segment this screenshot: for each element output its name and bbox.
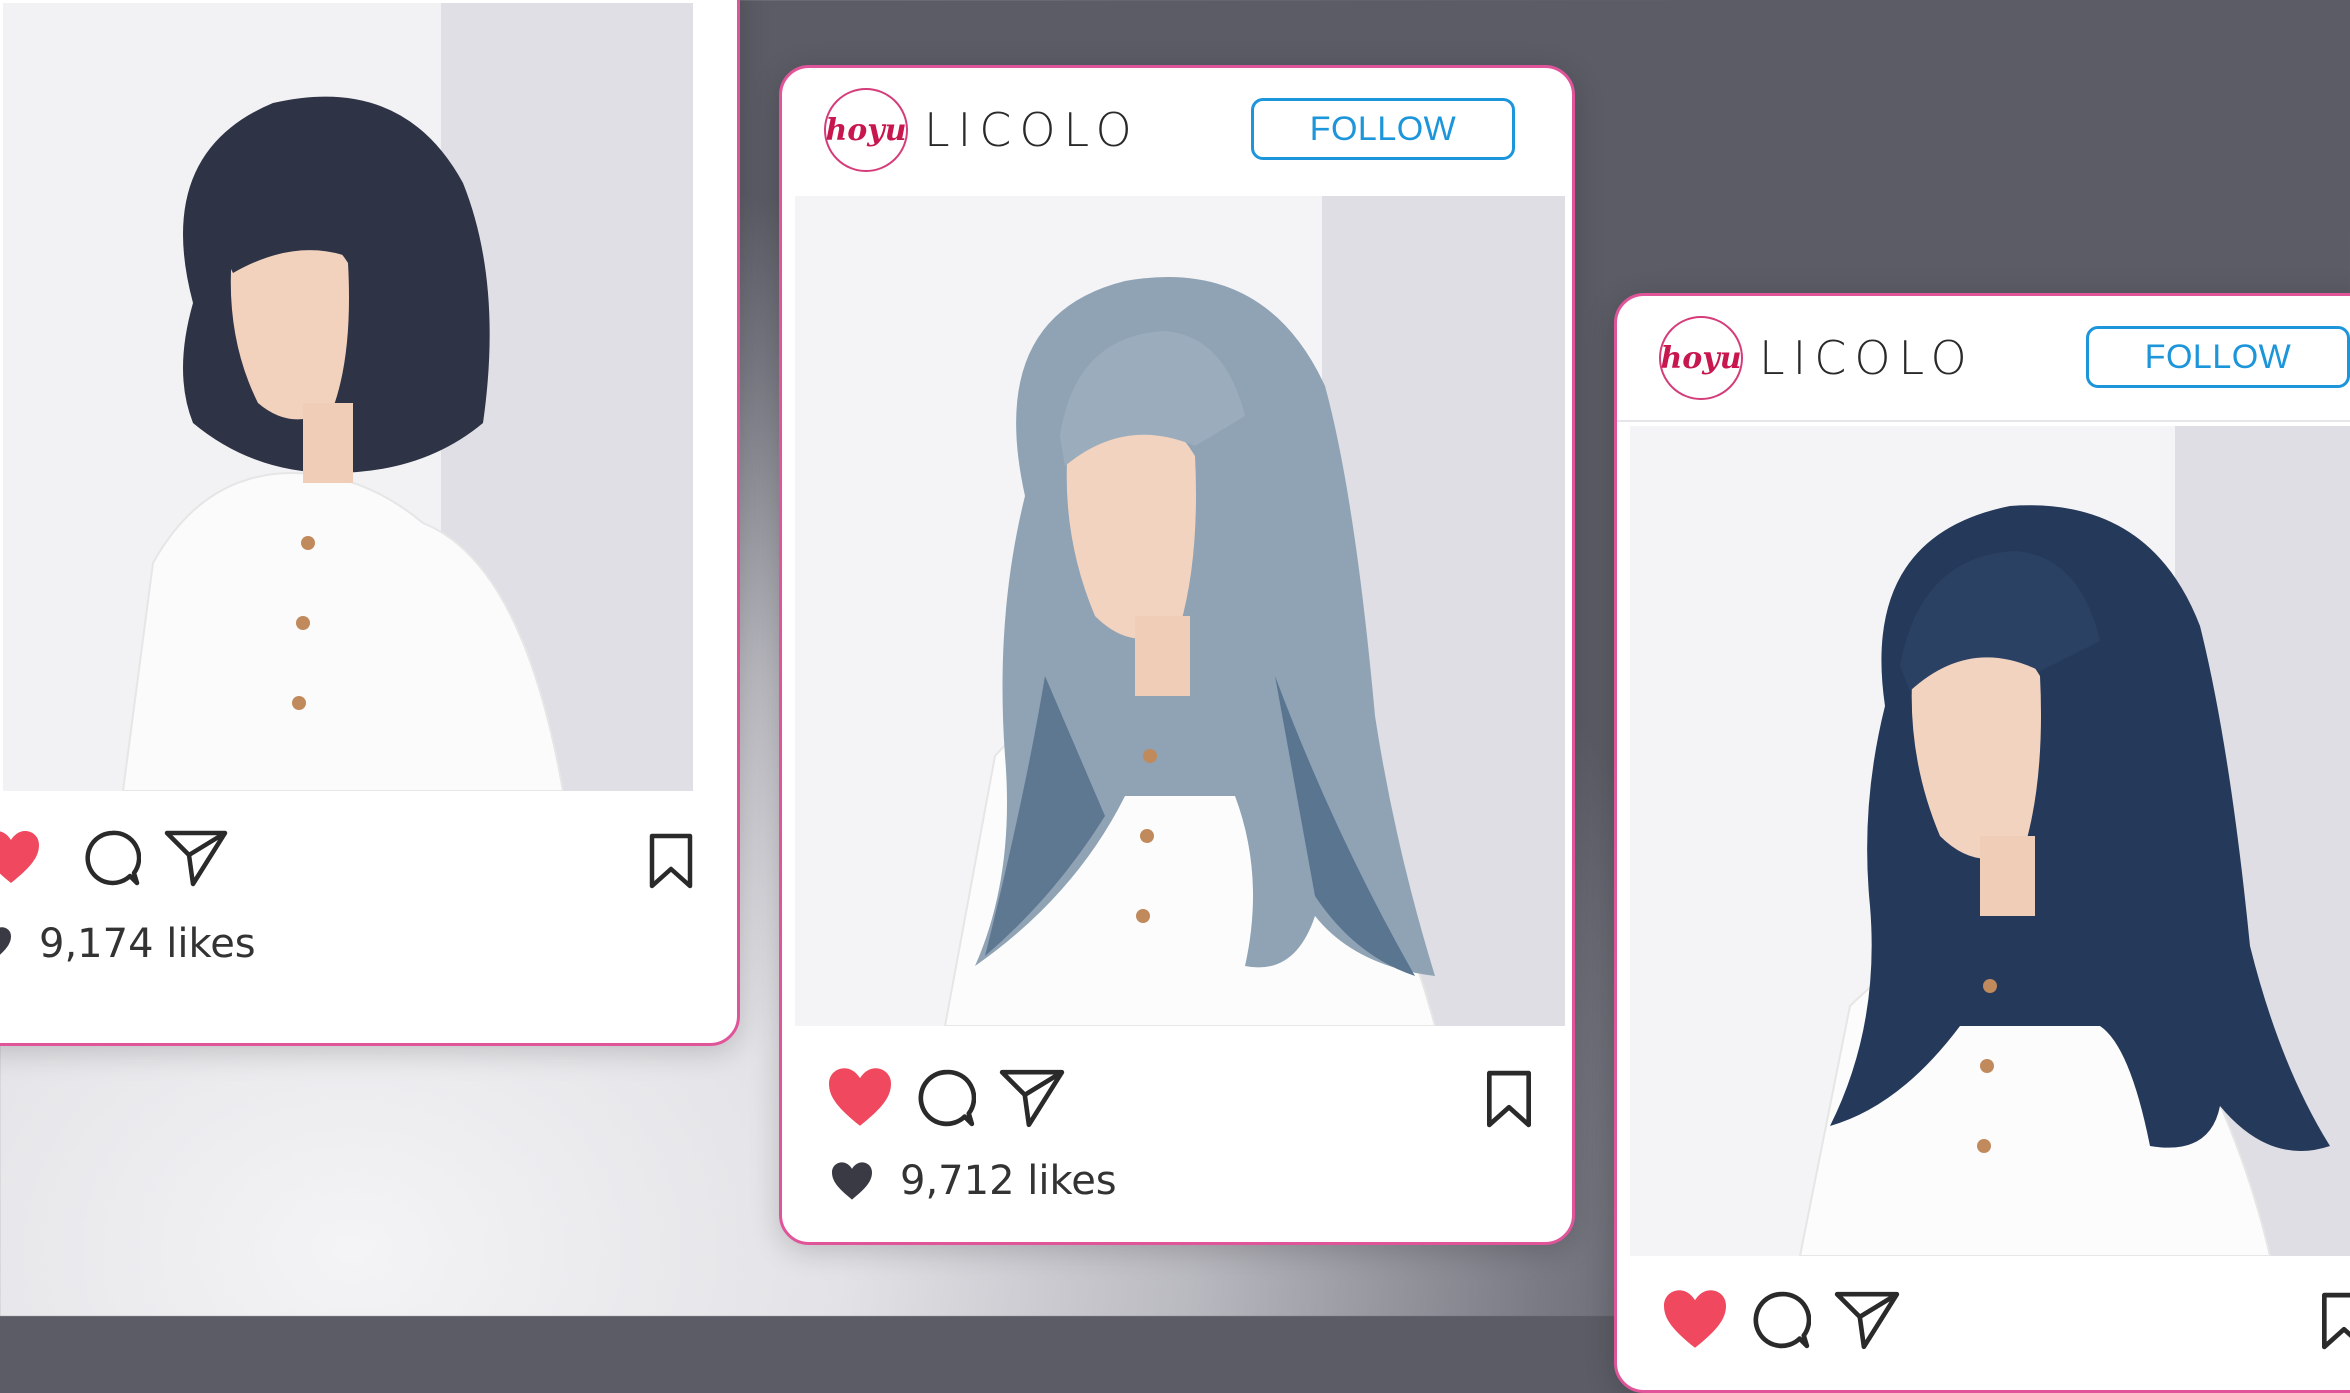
small-heart-icon: [0, 926, 13, 962]
likes-count: 9,712 likes: [900, 1158, 1117, 1204]
post-photo-2[interactable]: [795, 196, 1565, 1026]
post-photo-1[interactable]: [3, 3, 693, 791]
send-icon[interactable]: [998, 1068, 1066, 1128]
likes-row-1: 9,174 likes: [0, 921, 256, 967]
bookmark-icon[interactable]: [2321, 1292, 2350, 1350]
heart-icon[interactable]: [1661, 1288, 1729, 1350]
post-photo-3[interactable]: [1630, 426, 2350, 1256]
bookmark-icon[interactable]: [649, 833, 693, 889]
brand-name[interactable]: LICOLO: [1759, 331, 1975, 385]
heart-icon[interactable]: [826, 1066, 894, 1128]
likes-count: 9,174 likes: [39, 921, 256, 967]
comment-icon[interactable]: [916, 1068, 976, 1128]
brand-logo[interactable]: hoyu: [1659, 316, 1743, 400]
post-header-2: hoyu LICOLO FOLLOW: [782, 68, 1572, 192]
comment-icon[interactable]: [83, 829, 141, 887]
follow-button[interactable]: FOLLOW: [2086, 326, 2350, 388]
likes-row-2: 9,712 likes: [830, 1158, 1117, 1204]
follow-button[interactable]: FOLLOW: [1251, 98, 1515, 160]
comment-icon[interactable]: [1751, 1290, 1811, 1350]
heart-icon[interactable]: [0, 829, 41, 885]
post-card-1: 9,174 likes: [0, 0, 740, 1046]
send-icon[interactable]: [163, 829, 229, 887]
post-card-2: hoyu LICOLO FOLLOW 9,712 likes: [779, 65, 1575, 1245]
send-icon[interactable]: [1833, 1290, 1901, 1350]
post-header-3: hoyu LICOLO FOLLOW: [1617, 296, 2350, 422]
post-card-3: hoyu LICOLO FOLLOW: [1614, 293, 2350, 1393]
small-heart-icon: [830, 1161, 874, 1201]
bookmark-icon[interactable]: [1486, 1070, 1532, 1128]
brand-logo[interactable]: hoyu: [824, 88, 908, 172]
brand-name[interactable]: LICOLO: [924, 103, 1140, 157]
